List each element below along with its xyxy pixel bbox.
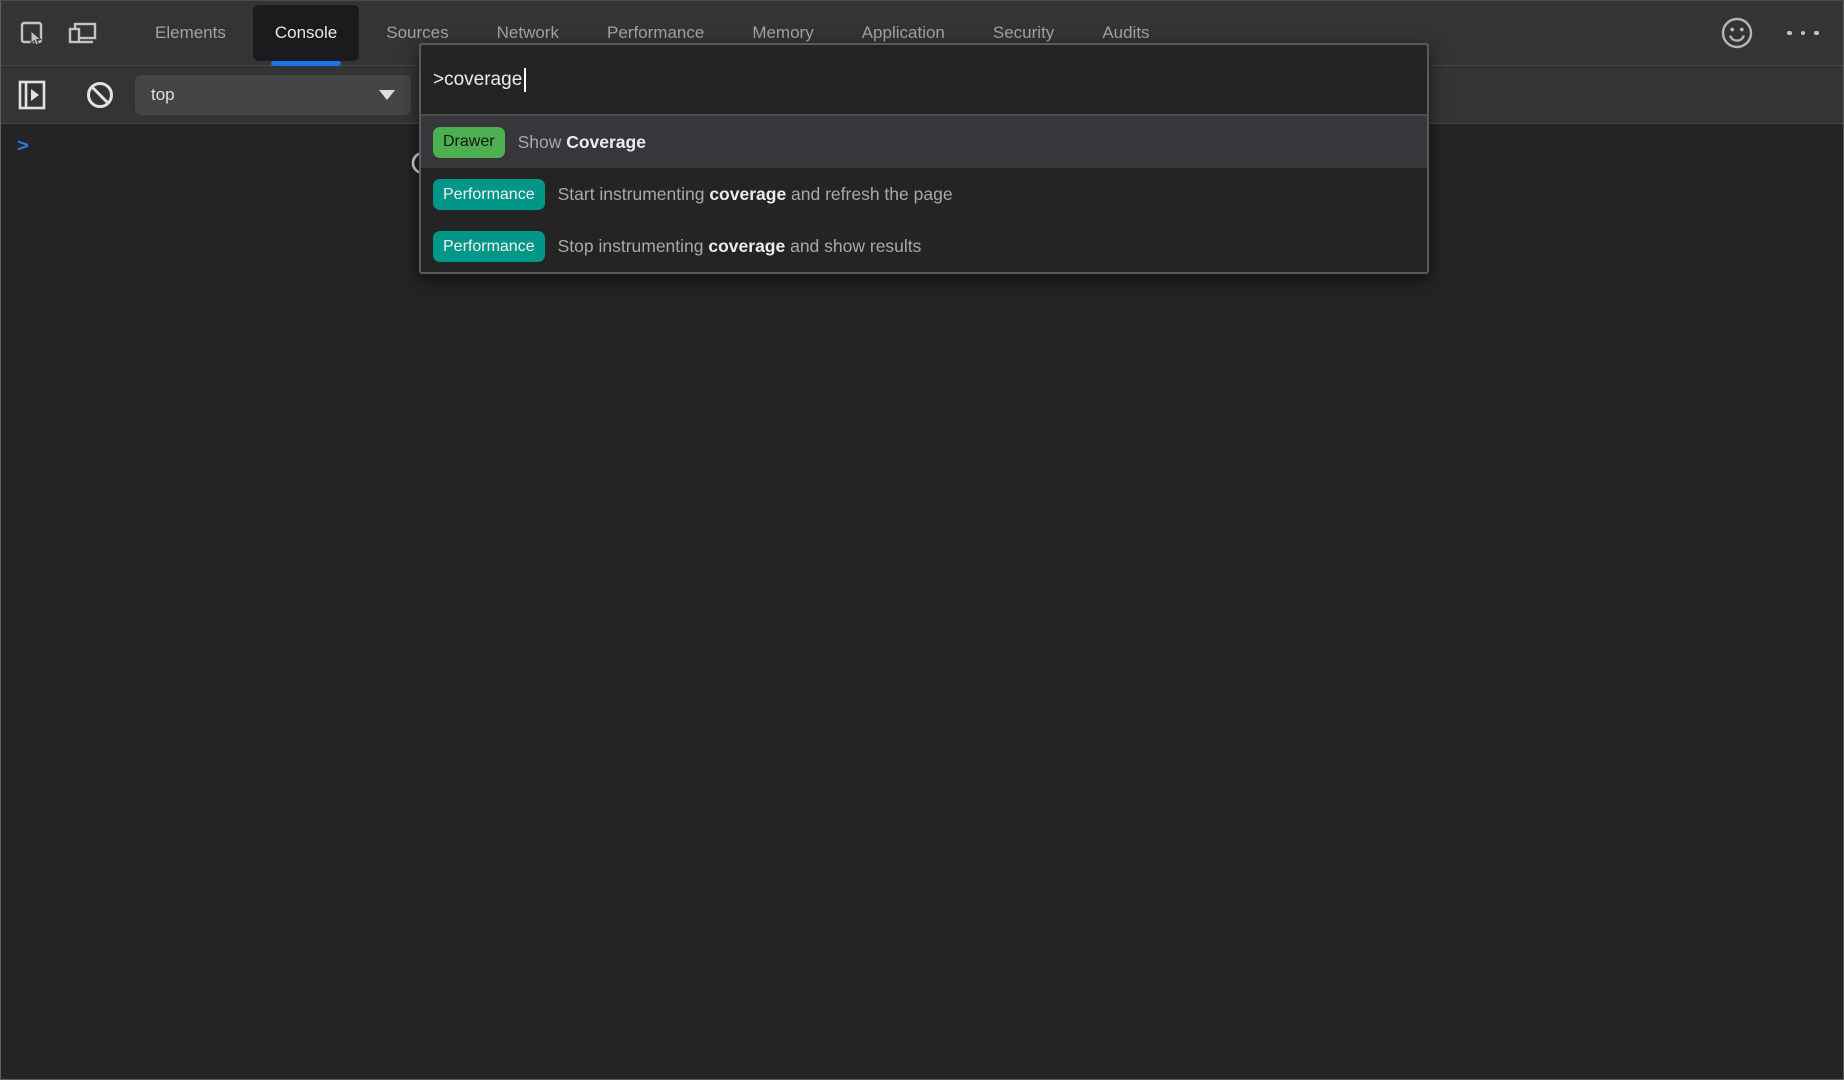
result-text: and refresh the page [786, 184, 952, 205]
smiley-icon [1720, 16, 1754, 50]
show-console-sidebar-button[interactable] [14, 77, 50, 113]
result-highlight: Coverage [566, 132, 646, 153]
inspect-cursor-icon [17, 18, 47, 48]
clear-console-button[interactable] [82, 77, 118, 113]
category-badge-performance: Performance [433, 179, 545, 210]
text-cursor [524, 68, 526, 92]
command-result-stop-coverage[interactable]: Performance Stop instrumenting coverage … [421, 220, 1427, 272]
context-selector-value: top [151, 85, 175, 105]
chevron-down-icon [379, 90, 395, 100]
result-highlight: coverage [708, 236, 785, 257]
result-text: Show [518, 132, 567, 153]
command-menu-query: >coverage [433, 69, 522, 91]
device-toolbar-icon [66, 18, 98, 48]
result-text: and show results [785, 236, 921, 257]
category-badge-performance: Performance [433, 231, 545, 262]
javascript-context-selector[interactable]: top [135, 75, 411, 115]
tabbar-left-icons [1, 1, 100, 65]
console-sidebar-icon [16, 78, 48, 112]
devtools-menu-button[interactable] [1781, 31, 1825, 36]
category-badge-drawer: Drawer [433, 127, 505, 158]
command-menu-input[interactable]: >coverage [421, 45, 1427, 114]
dot-icon [1814, 31, 1819, 36]
dot-icon [1801, 31, 1806, 36]
ban-circle-icon [85, 80, 115, 110]
command-menu-dialog: >coverage Drawer Show Coverage Performan… [419, 43, 1429, 274]
inspect-element-button[interactable] [14, 15, 50, 51]
result-text: Stop instrumenting [558, 236, 709, 257]
result-highlight: coverage [709, 184, 786, 205]
toggle-device-toolbar-button[interactable] [64, 15, 100, 51]
tab-elements[interactable]: Elements [134, 1, 247, 65]
command-result-start-coverage[interactable]: Performance Start instrumenting coverage… [421, 168, 1427, 220]
command-result-show-coverage[interactable]: Drawer Show Coverage [421, 116, 1427, 168]
console-prompt-chevron-icon: > [17, 136, 29, 156]
feedback-button[interactable] [1719, 15, 1755, 51]
dot-icon [1787, 31, 1792, 36]
tab-console-label: Console [275, 23, 337, 43]
devtools-window: Elements Console Sources Network Perform… [0, 0, 1844, 1080]
tab-console[interactable]: Console [253, 5, 359, 61]
tabbar-right-controls [1719, 1, 1843, 65]
result-text: Start instrumenting [558, 184, 710, 205]
